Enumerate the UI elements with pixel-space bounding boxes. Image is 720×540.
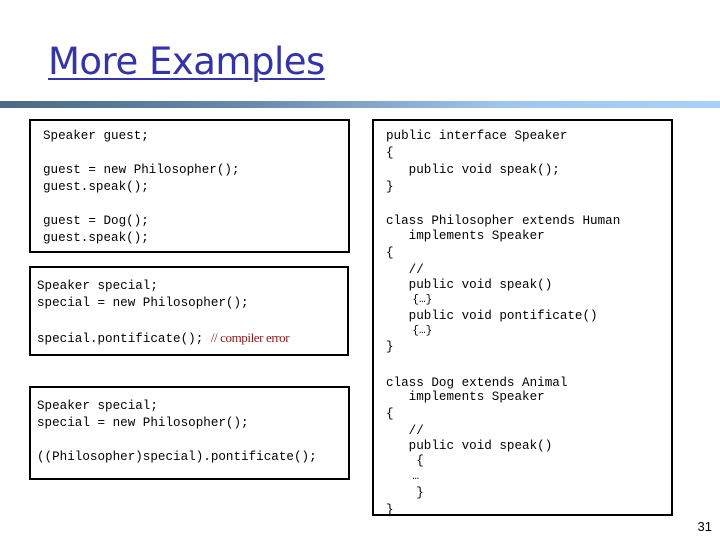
code-line: { (386, 146, 394, 160)
code-line: public void speak() (386, 439, 553, 453)
code-line: } (386, 340, 394, 354)
code-line: { (386, 246, 394, 260)
code-line: {…} (386, 294, 433, 306)
code-line: Speaker special; (37, 279, 158, 293)
code-line: public void pontificate() (386, 309, 598, 323)
code-box-cast-usage: Speaker special; special = new Philosophe… (29, 386, 350, 480)
code-line: implements Speaker (386, 229, 545, 243)
code-line: } (386, 503, 394, 517)
code-line: guest.speak(); (43, 180, 149, 194)
code-line: Speaker guest; (43, 129, 149, 143)
code-line: // (386, 424, 424, 438)
code-line: class Philosopher extends Human (386, 214, 621, 228)
slide-title: More Examples (48, 40, 325, 83)
code-line-with-comment: special.pontificate(); // compiler error (37, 329, 347, 346)
code-line: Speaker special; (37, 399, 158, 413)
code-line: } (386, 180, 394, 194)
code-block: Speaker special; special = new Philosophe… (37, 398, 348, 466)
compiler-error-comment: // compiler error (210, 330, 290, 345)
code-line: // (386, 263, 424, 277)
code-line: … (386, 471, 420, 483)
code-line: guest.speak(); (43, 231, 149, 245)
code-line: ((Philosopher)special).pontificate(); (37, 450, 317, 464)
code-line: } (386, 486, 424, 500)
code-line: public interface Speaker (386, 129, 568, 143)
code-line: { (386, 407, 394, 421)
code-line: special = new Philosopher(); (37, 416, 249, 430)
code-box-guest-usage: Speaker guest; guest = new Philosopher();… (29, 119, 350, 253)
code-line: class Dog extends Animal (386, 376, 568, 390)
code-line: guest = Dog(); (43, 214, 149, 228)
code-line: guest = new Philosopher(); (43, 163, 240, 177)
code-block: Speaker special; special = new Philosophe… (37, 278, 347, 346)
code-line: implements Speaker (386, 390, 545, 404)
code-box-compiler-error: Speaker special; special = new Philosophe… (29, 266, 349, 356)
code-block: Speaker guest; guest = new Philosopher();… (43, 128, 348, 247)
code-block: public interface Speaker { public void sp… (386, 128, 671, 519)
code-line: public void speak() (386, 278, 553, 292)
code-line: {…} (386, 325, 433, 337)
code-box-definitions: public interface Speaker { public void sp… (372, 119, 673, 519)
code-text: special.pontificate(); (37, 332, 211, 346)
code-line: special = new Philosopher(); (37, 296, 249, 310)
title-divider-bar (0, 101, 720, 108)
code-line: { (386, 454, 424, 468)
page-number: 31 (697, 519, 712, 534)
code-line: public void speak(); (386, 163, 560, 177)
